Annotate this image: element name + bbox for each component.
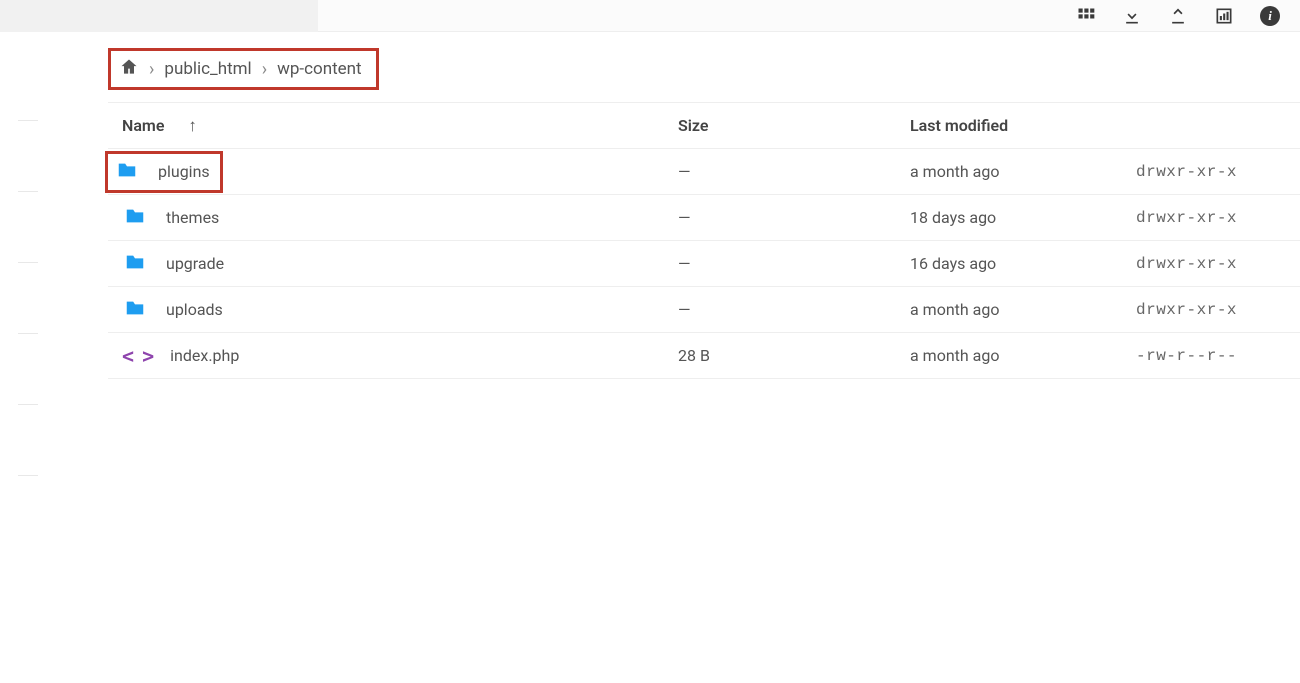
column-header-modified[interactable]: Last modified	[910, 116, 1136, 135]
file-permissions: drwxr-xr-x	[1136, 209, 1300, 227]
sort-asc-icon: ↑	[188, 116, 197, 136]
main-panel: › public_html › wp-content Name ↑ Size L…	[108, 32, 1300, 379]
file-size: 28 B	[678, 346, 910, 365]
info-icon[interactable]: i	[1260, 6, 1280, 26]
folder-icon	[122, 251, 148, 277]
file-size: —	[678, 300, 910, 319]
toolbar: i	[1076, 0, 1280, 32]
file-permissions: -rw-r--r--	[1136, 347, 1300, 365]
file-name: uploads	[166, 300, 223, 319]
breadcrumb-item[interactable]: wp-content	[277, 59, 362, 79]
file-modified: 18 days ago	[910, 208, 1136, 227]
file-permissions: drwxr-xr-x	[1136, 301, 1300, 319]
upload-icon[interactable]	[1168, 6, 1188, 26]
topbar: i	[0, 0, 1300, 32]
file-modified: a month ago	[910, 162, 1136, 181]
file-modified: a month ago	[910, 300, 1136, 319]
stats-icon[interactable]	[1214, 6, 1234, 26]
file-size: —	[678, 162, 910, 181]
table-row[interactable]: < > index.php 28 B a month ago -rw-r--r-…	[108, 333, 1300, 379]
breadcrumb: › public_html › wp-content	[108, 48, 379, 90]
file-name: plugins	[158, 162, 210, 181]
table-row[interactable]: themes — 18 days ago drwxr-xr-x	[108, 195, 1300, 241]
column-header-size[interactable]: Size	[678, 116, 910, 135]
home-icon[interactable]	[119, 57, 139, 81]
file-modified: 16 days ago	[910, 254, 1136, 273]
folder-icon	[122, 297, 148, 323]
table-row[interactable]: uploads — a month ago drwxr-xr-x	[108, 287, 1300, 333]
file-name: upgrade	[166, 254, 224, 273]
code-file-icon: < >	[122, 344, 152, 368]
file-modified: a month ago	[910, 346, 1136, 365]
column-name-label: Name	[122, 116, 164, 135]
grid-view-icon[interactable]	[1076, 6, 1096, 26]
table-row[interactable]: upgrade — 16 days ago drwxr-xr-x	[108, 241, 1300, 287]
download-icon[interactable]	[1122, 6, 1142, 26]
file-permissions: drwxr-xr-x	[1136, 163, 1300, 181]
highlighted-folder: plugins	[105, 151, 223, 193]
file-name: themes	[166, 208, 219, 227]
column-header-name[interactable]: Name ↑	[108, 116, 678, 136]
file-size: —	[678, 208, 910, 227]
file-listing: Name ↑ Size Last modified plugins — a mo…	[108, 102, 1300, 379]
file-size: —	[678, 254, 910, 273]
breadcrumb-item[interactable]: public_html	[164, 59, 251, 79]
file-name: index.php	[170, 346, 239, 365]
topbar-left-panel	[0, 0, 318, 32]
chevron-right-icon: ›	[262, 59, 267, 80]
folder-icon	[114, 159, 140, 185]
table-header: Name ↑ Size Last modified	[108, 103, 1300, 149]
sidebar-placeholder	[18, 120, 48, 546]
table-row[interactable]: plugins — a month ago drwxr-xr-x	[108, 149, 1300, 195]
chevron-right-icon: ›	[149, 59, 154, 80]
folder-icon	[122, 205, 148, 231]
file-permissions: drwxr-xr-x	[1136, 255, 1300, 273]
